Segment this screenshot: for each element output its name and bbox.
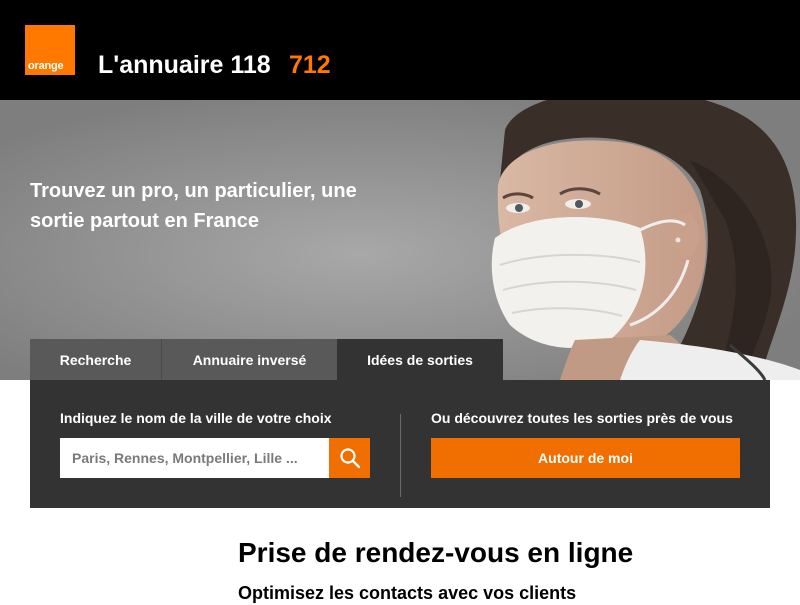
search-icon bbox=[339, 448, 360, 469]
nearby-label: Ou découvrez toutes les sorties près de … bbox=[431, 410, 733, 426]
search-tabs: Recherche Annuaire inversé Idées de sort… bbox=[30, 339, 503, 380]
site-title[interactable]: L'annuaire 118 bbox=[98, 49, 271, 81]
hero-tagline: Trouvez un pro, un particulier, une sort… bbox=[30, 180, 357, 232]
tab-idees-de-sorties[interactable]: Idées de sorties bbox=[337, 339, 503, 380]
around-me-button[interactable]: Autour de moi bbox=[431, 438, 740, 478]
city-search-input[interactable] bbox=[60, 438, 329, 478]
site-number[interactable]: 712 bbox=[289, 49, 331, 81]
tab-recherche[interactable]: Recherche bbox=[30, 339, 162, 380]
orange-logo[interactable]: orange bbox=[25, 25, 75, 75]
tab-annuaire-inverse[interactable]: Annuaire inversé bbox=[162, 339, 337, 380]
page-title: Prise de rendez-vous en ligne bbox=[238, 537, 634, 568]
page-subtitle: Optimisez les contacts avec vos clients bbox=[238, 583, 577, 603]
hero-photo bbox=[0, 100, 800, 380]
site-header: orange L'annuaire 118 712 bbox=[0, 0, 800, 100]
logo-text: orange bbox=[28, 60, 64, 72]
city-label: Indiquez le nom de la ville de votre cho… bbox=[60, 410, 332, 426]
search-button[interactable] bbox=[329, 438, 370, 478]
panel-divider bbox=[400, 414, 401, 497]
search-panel: Indiquez le nom de la ville de votre cho… bbox=[30, 380, 770, 508]
hero-banner: Trouvez un pro, un particulier, une sort… bbox=[0, 100, 800, 380]
